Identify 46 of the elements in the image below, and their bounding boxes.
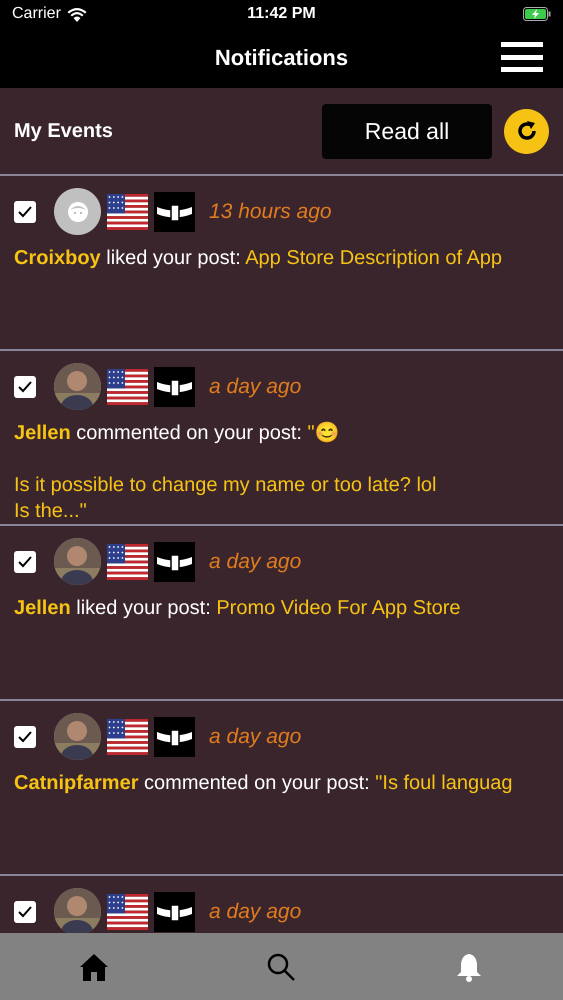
bell-icon <box>455 952 484 982</box>
timestamp: 13 hours ago <box>209 200 332 224</box>
notification-text: Croixboy liked your post: App Store Description of App <box>14 246 504 271</box>
flag-icon <box>107 194 148 230</box>
flag-icon <box>107 544 148 580</box>
checkbox[interactable] <box>14 200 36 222</box>
checkmark-icon <box>17 554 33 568</box>
belt-icon <box>154 892 195 932</box>
notification-text: Jellen commented on your post: "😊 Is it possible to change my name or too late? lol Is the..." <box>14 420 438 524</box>
belt-icon <box>154 716 195 756</box>
belt-icon <box>154 542 195 582</box>
notification-row[interactable]: 13 hours ago Croixboy liked your post: App Store Description of App <box>0 176 563 351</box>
notification-row[interactable]: a day ago Jellen commented on your post: "😊 Is it possible to change my name or too late? lol Is the..." <box>0 351 563 526</box>
page-title: Notifications <box>214 45 348 71</box>
flag-icon <box>107 894 148 930</box>
checkmark-icon <box>17 730 33 744</box>
flag-icon <box>107 368 148 404</box>
timestamp: a day ago <box>209 374 302 398</box>
section-title: My Events <box>14 120 114 142</box>
checkbox[interactable] <box>14 376 36 398</box>
checkmark-icon <box>17 904 33 918</box>
menu-button[interactable] <box>501 42 543 72</box>
avatar-placeholder <box>54 188 101 235</box>
timestamp: a day ago <box>209 900 302 924</box>
notification-row[interactable]: a day ago Catnipfarmer commented on your post: "Is foul languag <box>0 701 563 876</box>
checkbox[interactable] <box>14 900 36 922</box>
refresh-button[interactable] <box>504 108 549 154</box>
flag-icon <box>107 718 148 754</box>
checkbox[interactable] <box>14 550 36 572</box>
checkmark-icon <box>17 204 33 218</box>
read-all-button[interactable]: Read all <box>322 104 492 158</box>
checkmark-icon <box>17 380 33 394</box>
notification-row[interactable]: a day ago Jellen liked your post: Promo Video For App Store <box>0 526 563 701</box>
notification-text: Catnipfarmer commented on your post: "Is foul languag <box>14 771 514 796</box>
timestamp: a day ago <box>209 724 302 748</box>
search-icon <box>266 952 296 982</box>
notification-text: Jellen liked your post: Promo Video For App Store <box>14 596 462 621</box>
checkbox[interactable] <box>14 726 36 748</box>
home-icon <box>78 952 109 982</box>
wifi-icon <box>66 6 87 22</box>
belt-icon <box>154 366 195 406</box>
belt-icon <box>154 192 195 232</box>
clock: 11:42 PM <box>247 5 316 23</box>
timestamp: a day ago <box>209 550 302 574</box>
carrier-label: Carrier <box>12 5 61 23</box>
battery-icon <box>523 7 551 21</box>
